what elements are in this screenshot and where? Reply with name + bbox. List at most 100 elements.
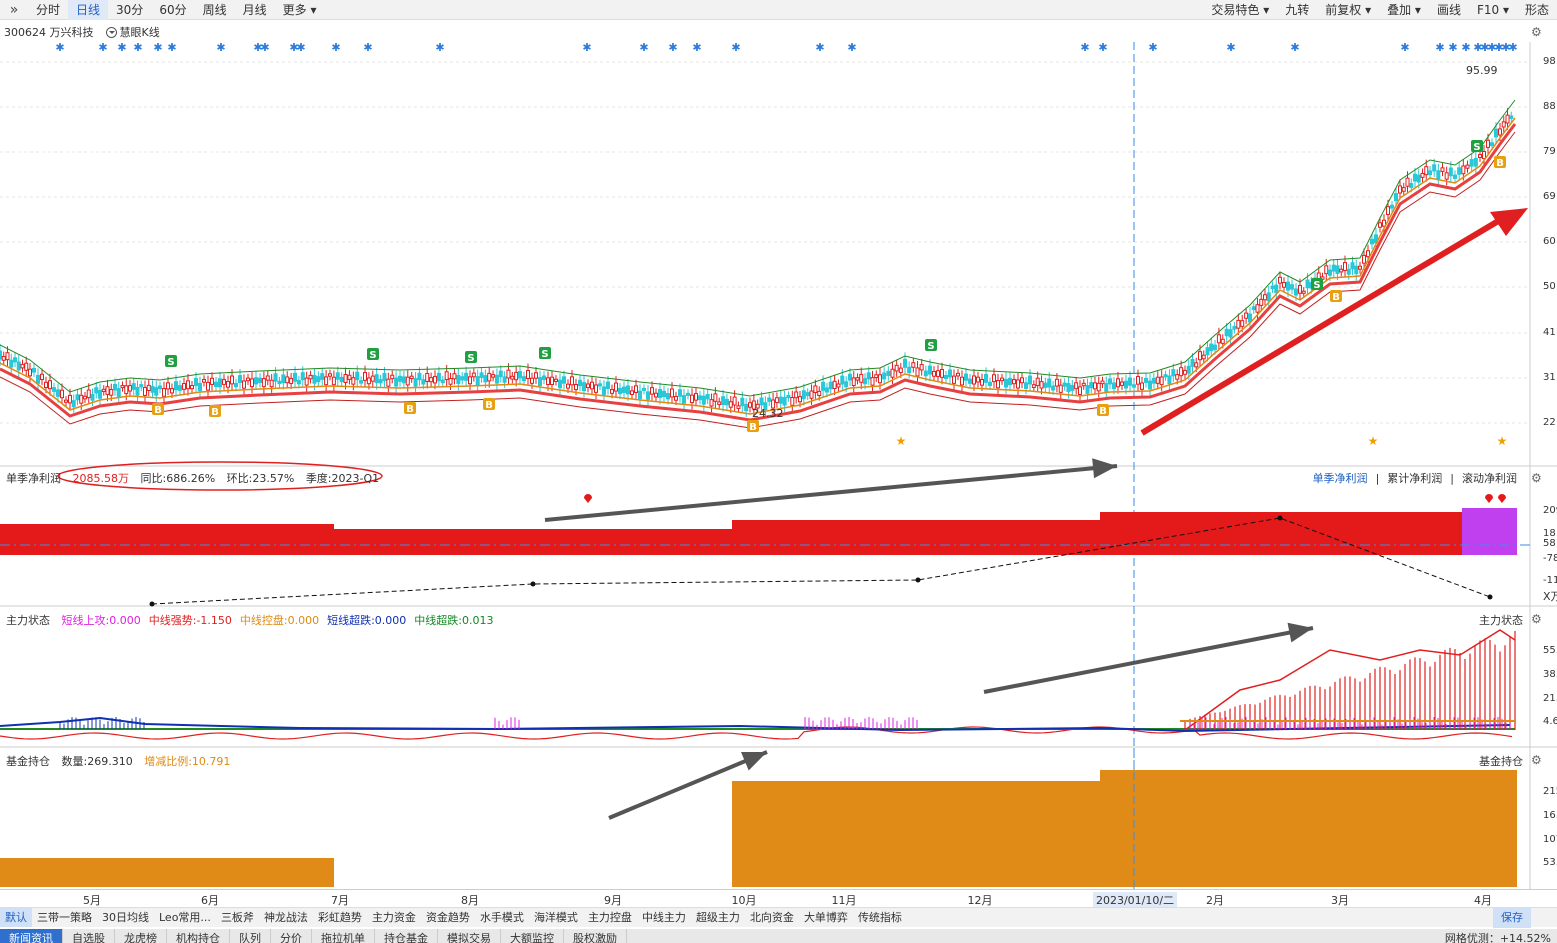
candle: [915, 367, 920, 377]
profit-links: 单季净利润 | 累计净利润 | 滚动净利润: [1312, 472, 1517, 485]
main-force-item: 短线上攻:0.000: [61, 614, 141, 627]
candle: [1066, 383, 1071, 392]
candle: [1461, 165, 1466, 175]
indicator-tab[interactable]: 主力资金: [367, 908, 421, 927]
star-marker: ✱: [1290, 41, 1299, 54]
gear-icon[interactable]: ⚙: [1531, 613, 1543, 625]
candle: [94, 387, 99, 394]
signal-letter: S: [167, 357, 174, 368]
candle: [1016, 379, 1020, 389]
bottom-tab[interactable]: 分价: [271, 929, 312, 943]
link-rolling-profit[interactable]: 滚动净利润: [1462, 472, 1517, 485]
indicator-tab[interactable]: 30日均线: [97, 908, 154, 927]
indicator-tab[interactable]: 三带一策略: [32, 908, 97, 927]
candle: [1294, 288, 1298, 296]
candle: [222, 379, 226, 385]
y-tick-label: 55.: [1543, 645, 1557, 656]
bottom-tab[interactable]: 龙虎榜: [115, 929, 167, 943]
indicator-tab[interactable]: 中线主力: [637, 908, 691, 927]
candle: [964, 373, 968, 381]
star-marker: ✱: [167, 41, 176, 54]
candle: [836, 383, 841, 388]
candle: [1220, 338, 1225, 344]
indicator-tab[interactable]: 三板斧: [216, 908, 259, 927]
indicator-tab[interactable]: 传统指标: [853, 908, 907, 927]
bottom-tab[interactable]: 股权激励: [564, 929, 627, 943]
indicator-tab[interactable]: 水手模式: [475, 908, 529, 927]
bottom-tab[interactable]: 自选股: [63, 929, 115, 943]
candle: [690, 394, 694, 404]
candle: [234, 383, 238, 388]
candle: [254, 377, 258, 385]
signal-letter: S: [541, 349, 548, 360]
candle: [444, 371, 449, 381]
bottom-tab[interactable]: 拖拉机单: [312, 929, 375, 943]
indicator-tab[interactable]: 资金趋势: [421, 908, 475, 927]
indicator-tab[interactable]: 超级主力: [691, 908, 745, 927]
candle: [289, 377, 294, 384]
y-tick-label: 215: [1543, 786, 1557, 797]
candle: [1028, 375, 1032, 385]
star-marker: ✱: [668, 41, 677, 54]
candle: [1366, 250, 1370, 258]
candle: [16, 361, 21, 371]
bottom-tab[interactable]: 机构持仓: [167, 929, 230, 943]
candle: [1266, 292, 1271, 302]
candle: [614, 382, 618, 392]
gear-icon[interactable]: ⚙: [1531, 472, 1543, 484]
candle: [1370, 238, 1374, 245]
candle: [36, 374, 40, 384]
candle: [558, 379, 562, 389]
profit-point: [530, 581, 536, 587]
link-quarter-profit[interactable]: 单季净利润: [1313, 472, 1368, 485]
stock-chart-window: » 分时 日线 30分 60分 周线 月线 更多 ▾ 交易特色 ▾ 九转 前复权…: [0, 0, 1557, 943]
bottom-tab[interactable]: 模拟交易: [438, 929, 501, 943]
candle: [1228, 329, 1233, 338]
candle: [44, 381, 48, 389]
indicator-tab[interactable]: 主力控盘: [583, 908, 637, 927]
indicator-tab[interactable]: 海洋模式: [529, 908, 583, 927]
bottom-tab[interactable]: 队列: [230, 929, 271, 943]
candle: [980, 378, 984, 386]
candle: [265, 375, 270, 381]
profit-value: 2085.58万: [72, 472, 130, 485]
indicator-tab[interactable]: 默认: [0, 908, 32, 927]
indicator-tab[interactable]: 神龙战法: [259, 908, 313, 927]
candle: [116, 388, 121, 397]
candle: [682, 395, 686, 404]
candle: [1350, 262, 1355, 270]
indicator-tab[interactable]: 大单博弈: [799, 908, 853, 927]
candle: [109, 389, 114, 396]
candle: [1008, 377, 1012, 386]
star-marker: ✱: [639, 41, 648, 54]
candle: [1020, 377, 1024, 384]
candle: [1486, 139, 1490, 148]
candle: [923, 370, 928, 377]
main-force-header: 主力状态 短线上攻:0.000 中线强势:-1.150 中线控盘:0.000 短线超跌…: [6, 612, 509, 628]
indicator-tab[interactable]: 北向资金: [745, 908, 799, 927]
indicator-tab[interactable]: Leo常用...: [154, 908, 216, 927]
signal-letter: S: [1473, 142, 1480, 153]
candle: [277, 380, 282, 385]
candle: [1054, 378, 1059, 387]
bottom-tab[interactable]: 持仓基金: [375, 929, 438, 943]
candle: [347, 374, 352, 380]
candle: [786, 394, 791, 399]
bottom-tab[interactable]: 新闻资讯: [0, 929, 63, 943]
link-cumulative-profit[interactable]: 累计净利润: [1387, 472, 1442, 485]
y-tick-label: 38.: [1543, 669, 1557, 680]
bottom-tab[interactable]: 大额监控: [501, 929, 564, 943]
candle: [855, 377, 860, 381]
candle: [246, 377, 250, 382]
candle: [28, 368, 32, 377]
candle: [898, 367, 903, 373]
candle: [936, 370, 940, 377]
indicator-tab[interactable]: 彩虹趋势: [313, 908, 367, 927]
save-button[interactable]: 保存: [1493, 908, 1531, 928]
gear-icon[interactable]: ⚙: [1531, 754, 1543, 766]
candle: [363, 372, 367, 381]
candle: [1440, 167, 1445, 172]
candle: [1263, 294, 1267, 301]
star-marker: ✱: [1148, 41, 1157, 54]
star-marker: ✱: [1226, 41, 1235, 54]
